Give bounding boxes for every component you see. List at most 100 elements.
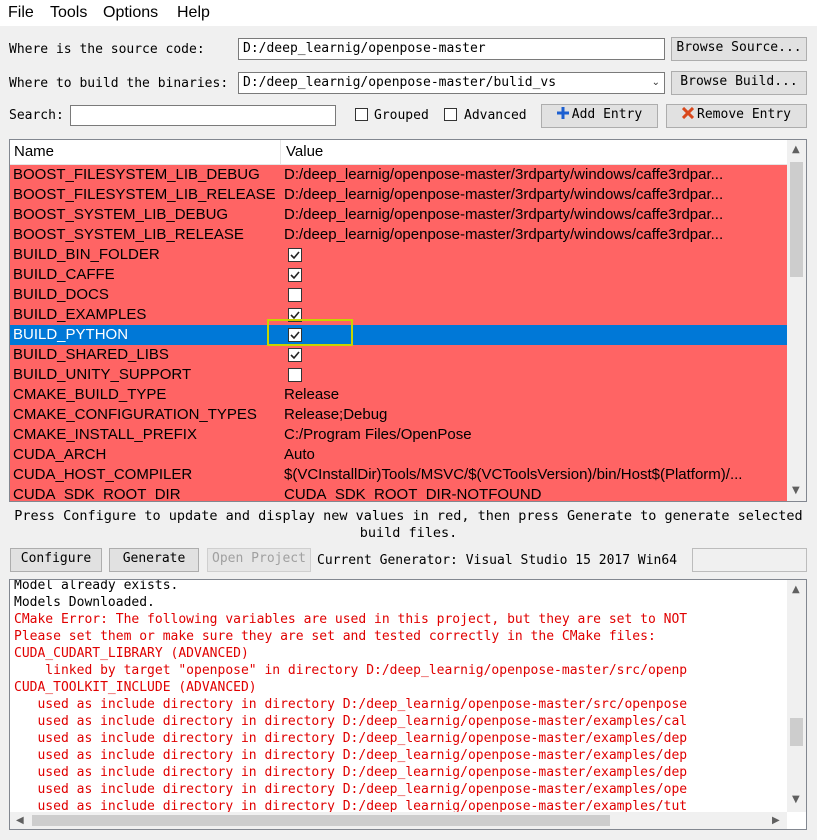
open-project-button[interactable]: Open Project — [207, 548, 311, 572]
row-name: CUDA_SDK_ROOT_DIR — [13, 486, 181, 502]
table-row[interactable]: BOOST_SYSTEM_LIB_DEBUG D:/deep_learnig/op… — [10, 205, 787, 225]
value-checkbox[interactable] — [288, 348, 302, 362]
table-row[interactable]: BOOST_FILESYSTEM_LIB_DEBUG D:/deep_learni… — [10, 165, 787, 185]
log-vertical-scrollbar[interactable]: ▲ ▼ — [787, 580, 806, 812]
row-value[interactable]: Release;Debug — [284, 405, 784, 425]
log-scroll-thumb[interactable] — [790, 718, 803, 746]
table-row[interactable]: BUILD_BIN_FOLDER — [10, 245, 787, 265]
table-row[interactable]: BUILD_DOCS — [10, 285, 787, 305]
value-checkbox[interactable] — [288, 248, 302, 262]
configure-hint: Press Configure to update and display ne… — [14, 508, 803, 541]
source-path-input[interactable]: D:/deep_learnig/openpose-master — [238, 38, 665, 60]
menu-file[interactable]: File — [8, 4, 34, 22]
row-name: BOOST_FILESYSTEM_LIB_DEBUG — [13, 166, 260, 183]
grouped-checkbox[interactable] — [355, 108, 368, 121]
table-row[interactable]: CUDA_HOST_COMPILER $(VCInstallDir)Tools/M… — [10, 465, 787, 485]
table-row[interactable]: BUILD_UNITY_SUPPORT — [10, 365, 787, 385]
table-row[interactable]: CUDA_SDK_ROOT_DIR CUDA_SDK_ROOT_DIR-NOTFO… — [10, 485, 787, 502]
value-checkbox[interactable] — [288, 288, 302, 302]
row-name: CUDA_HOST_COMPILER — [13, 466, 193, 483]
table-row[interactable]: BUILD_CAFFE — [10, 265, 787, 285]
search-label: Search: — [9, 108, 64, 123]
row-value[interactable]: C:/Program Files/OpenPose — [284, 425, 784, 445]
row-value[interactable]: D:/deep_learnig/openpose-master/3rdparty… — [284, 205, 784, 225]
row-value[interactable]: D:/deep_learnig/openpose-master/3rdparty… — [284, 225, 784, 245]
row-value[interactable]: Auto — [284, 445, 784, 465]
add-entry-button[interactable]: Add Entry — [541, 104, 658, 128]
grouped-label: Grouped — [374, 108, 429, 123]
browse-build-button[interactable]: Browse Build... — [671, 71, 807, 95]
build-path-combobox[interactable]: D:/deep_learnig/openpose-master/bulid_vs… — [238, 72, 665, 94]
scroll-up-icon[interactable]: ▲ — [792, 144, 800, 155]
row-name: CMAKE_BUILD_TYPE — [13, 386, 167, 403]
row-name: CUDA_ARCH — [13, 446, 107, 463]
row-name: BUILD_DOCS — [13, 286, 109, 303]
scroll-down-icon[interactable]: ▼ — [792, 485, 800, 496]
browse-source-button[interactable]: Browse Source... — [671, 37, 807, 61]
menu-help[interactable]: Help — [177, 4, 210, 22]
log-scroll-right-icon[interactable]: ▶ — [772, 815, 780, 826]
log-line: used as include directory in directory D… — [14, 731, 688, 746]
row-value[interactable]: CUDA_SDK_ROOT_DIR-NOTFOUND — [284, 485, 784, 501]
log-scroll-left-icon[interactable]: ◀ — [16, 815, 24, 826]
log-line: CUDA_TOOLKIT_INCLUDE (ADVANCED) — [14, 680, 257, 695]
source-label: Where is the source code: — [9, 42, 205, 57]
row-name: BUILD_BIN_FOLDER — [13, 246, 160, 263]
cache-table: Name Value BOOST_FILESYSTEM_LIB_DEBUG D:/… — [9, 139, 807, 502]
remove-entry-button[interactable]: Remove Entry — [666, 104, 807, 128]
menu-tools[interactable]: Tools — [50, 4, 87, 22]
search-input[interactable] — [70, 105, 336, 126]
row-value[interactable]: D:/deep_learnig/openpose-master/3rdparty… — [284, 185, 784, 205]
progress-bar — [692, 548, 807, 572]
row-value[interactable]: D:/deep_learnig/openpose-master/3rdparty… — [284, 165, 784, 185]
table-row[interactable]: BOOST_FILESYSTEM_LIB_RELEASE D:/deep_lear… — [10, 185, 787, 205]
table-row[interactable]: CUDA_ARCH Auto — [10, 445, 787, 465]
configure-button[interactable]: Configure — [10, 548, 102, 572]
table-scroll-thumb[interactable] — [790, 162, 803, 277]
advanced-label: Advanced — [464, 108, 527, 123]
generate-button[interactable]: Generate — [109, 548, 199, 572]
row-value[interactable]: Release — [284, 385, 784, 405]
table-row[interactable]: CMAKE_BUILD_TYPE Release — [10, 385, 787, 405]
row-name: BUILD_CAFFE — [13, 266, 115, 283]
value-checkbox[interactable] — [288, 268, 302, 282]
log-hscroll-thumb[interactable] — [32, 815, 610, 826]
row-name: BUILD_EXAMPLES — [13, 306, 147, 323]
log-line: Please set them or make sure they are se… — [14, 629, 656, 644]
row-value[interactable]: $(VCInstallDir)Tools/MSVC/$(VCToolsVersi… — [284, 465, 784, 485]
log-scroll-down-icon[interactable]: ▼ — [792, 794, 800, 805]
chevron-down-icon[interactable]: ⌄ — [652, 75, 660, 91]
table-row[interactable]: BOOST_SYSTEM_LIB_RELEASE D:/deep_learnig/… — [10, 225, 787, 245]
log-line: Model already exists. — [14, 579, 179, 593]
table-row[interactable]: BUILD_PYTHON — [10, 325, 787, 345]
build-path-value: D:/deep_learnig/openpose-master/bulid_vs — [243, 75, 557, 90]
value-column-header[interactable]: Value — [286, 143, 323, 160]
row-name: BUILD_UNITY_SUPPORT — [13, 366, 192, 383]
value-checkbox[interactable] — [288, 368, 302, 382]
log-horizontal-scrollbar[interactable]: ◀ ▶ — [10, 812, 787, 829]
log-scroll-up-icon[interactable]: ▲ — [792, 584, 800, 595]
row-name: BUILD_PYTHON — [13, 326, 129, 343]
row-name: CMAKE_CONFIGURATION_TYPES — [13, 406, 257, 423]
log-line: CMake Error: The following variables are… — [14, 612, 688, 627]
log-line: CUDA_CUDART_LIBRARY (ADVANCED) — [14, 646, 249, 661]
advanced-checkbox[interactable] — [444, 108, 457, 121]
column-divider[interactable] — [280, 140, 281, 164]
table-row[interactable]: BUILD_EXAMPLES — [10, 305, 787, 325]
log-line: Models Downloaded. — [14, 595, 155, 610]
name-column-header[interactable]: Name — [14, 143, 54, 160]
menu-options[interactable]: Options — [103, 4, 158, 22]
log-line: used as include directory in directory D… — [14, 765, 688, 780]
log-line: used as include directory in directory D… — [14, 714, 688, 729]
build-label: Where to build the binaries: — [9, 76, 229, 91]
log-line: linked by target "openpose" in directory… — [14, 663, 688, 678]
table-row[interactable]: CMAKE_CONFIGURATION_TYPES Release;Debug — [10, 405, 787, 425]
remove-x-icon — [681, 106, 695, 120]
menu-bar: File Tools Options Help — [0, 0, 817, 26]
table-vertical-scrollbar[interactable]: ▲ ▼ — [787, 140, 806, 501]
highlight-box — [267, 319, 353, 346]
table-row[interactable]: BUILD_SHARED_LIBS — [10, 345, 787, 365]
table-row[interactable]: CMAKE_INSTALL_PREFIX C:/Program Files/Ope… — [10, 425, 787, 445]
add-entry-label: Add Entry — [571, 107, 643, 122]
log-line: used as include directory in directory D… — [14, 782, 688, 797]
